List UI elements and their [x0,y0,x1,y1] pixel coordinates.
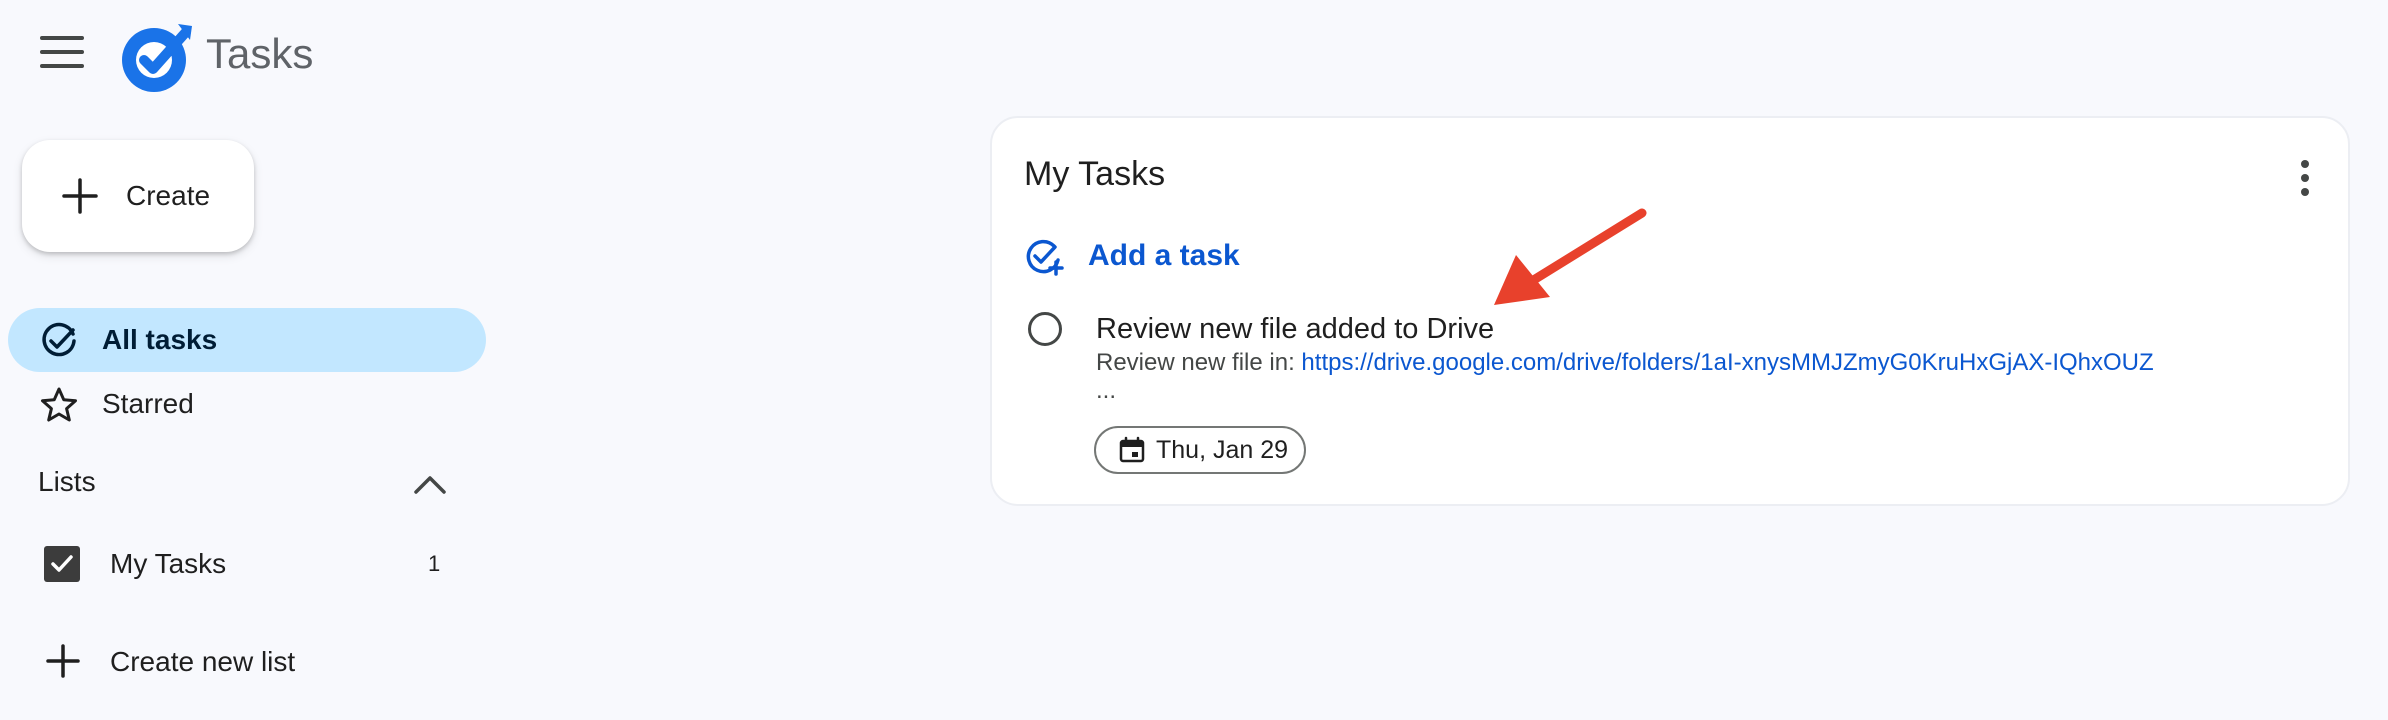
create-button-label: Create [126,180,211,211]
hamburger-line [40,36,84,40]
list-checkbox[interactable] [44,546,80,582]
chevron-up-icon[interactable] [408,462,452,506]
task-list-card: My Tasks Add a task Review new file adde… [990,116,2350,506]
create-new-list-label: Create new list [110,646,296,677]
list-item-my-tasks[interactable]: My Tasks 1 [8,536,486,592]
task-description-link[interactable]: https://drive.google.com/drive/folders/1… [1301,349,2153,376]
nav-item-starred[interactable]: Starred [8,372,486,436]
hamburger-line [40,64,84,68]
nav-item-all-tasks[interactable]: All tasks [8,308,486,372]
more-options-button[interactable] [2298,160,2312,196]
list-item-count: 1 [428,551,441,576]
due-date-label: Thu, Jan 29 [1156,436,1289,464]
task-title[interactable]: Review new file added to Drive [1096,310,1494,348]
nav-item-label: Starred [102,388,194,419]
complete-task-checkbox[interactable] [1028,312,1062,346]
add-task-icon [1026,239,1064,276]
tasks-logo-icon [122,24,192,92]
create-button[interactable]: Create [22,140,254,252]
hamburger-line [40,50,84,54]
lists-header: Lists [38,466,96,497]
task-alt-icon [42,322,76,357]
plus-icon [62,178,98,214]
kebab-dot [2301,188,2309,196]
create-new-list-button[interactable]: Create new list [8,634,486,690]
plus-icon [46,644,80,678]
due-date-chip[interactable]: Thu, Jan 29 [1094,426,1306,474]
task-description: Review new file in: https://drive.google… [1096,346,2154,380]
kebab-dot [2301,160,2309,168]
calendar-icon [1119,436,1145,463]
list-title: My Tasks [1024,155,1166,193]
task-description-more: ... [1096,377,1117,404]
main-menu-button[interactable] [40,36,84,68]
star-icon [41,387,77,422]
list-item-label: My Tasks [110,548,227,579]
app-title: Tasks [206,30,314,77]
annotation-arrow-icon [1494,208,1647,305]
add-task-label: Add a task [1088,239,1240,272]
check-icon [51,555,73,572]
task-description-text: Review new file in: [1096,349,1302,376]
kebab-dot [2301,174,2309,182]
add-task-button[interactable]: Add a task [1024,230,1284,280]
nav-item-label: All tasks [102,324,218,355]
